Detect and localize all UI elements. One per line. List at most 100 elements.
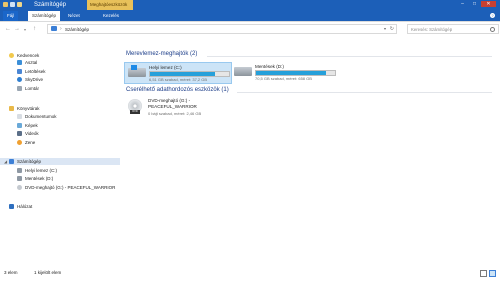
cloud-icon [17, 77, 22, 82]
forward-arrow-icon[interactable]: → [14, 26, 20, 32]
videos-icon [17, 131, 22, 136]
star-icon [9, 53, 14, 58]
nav-item-documents[interactable]: Dokumentumok [0, 113, 120, 120]
help-icon[interactable]: ? [490, 13, 495, 18]
search-icon[interactable] [490, 26, 495, 32]
nav-item-label: Videók [25, 131, 39, 136]
minimize-button[interactable]: – [457, 1, 468, 7]
properties-icon[interactable] [10, 2, 15, 7]
address-bar[interactable]: › Számítógép ▾ ↻ [47, 24, 397, 34]
view-switcher [480, 270, 496, 277]
library-icon [9, 106, 14, 111]
quick-access-toolbar [3, 2, 22, 7]
nav-computer[interactable]: ◢ Számítógép [0, 158, 120, 165]
nav-item-skydrive[interactable]: SkyDrive [0, 76, 120, 83]
tab-computer[interactable]: Számítógép [28, 11, 61, 21]
dvd-space: 0 bájt szabad, méret: 2,46 GB [148, 111, 202, 116]
back-arrow-icon[interactable]: ← [5, 26, 11, 32]
nav-item-label: Mentések (D:) [25, 176, 54, 181]
nav-item-label: SkyDrive [25, 77, 44, 82]
selection-count: 1 kijelölt elem [34, 270, 62, 275]
nav-item-label: Helyi lemez (C:) [25, 168, 58, 173]
drive-icon [17, 176, 22, 181]
recycle-bin-icon [17, 86, 22, 91]
nav-libraries[interactable]: Könyvtárak [0, 105, 120, 112]
tiles-view-icon[interactable] [489, 270, 496, 277]
drive-name: Helyi lemez (C:) [149, 65, 182, 70]
nav-item-recycle-bin[interactable]: Lomtár [0, 85, 120, 92]
drive-usage-fill [256, 71, 327, 75]
breadcrumb-computer[interactable]: Számítógép [65, 27, 89, 32]
dvd-name-line2: PEACEFUL_WARRIOR [148, 104, 197, 109]
nav-libraries-label: Könyvtárak [17, 106, 40, 111]
close-button[interactable]: ✕ [481, 1, 496, 7]
dvd-logo: DVD [130, 110, 140, 114]
nav-item-label: Képek [25, 123, 38, 128]
folder-icon[interactable] [3, 2, 8, 7]
new-folder-icon[interactable] [17, 2, 22, 7]
recent-locations-icon[interactable]: ▾ [24, 27, 26, 32]
computer-icon [9, 159, 14, 164]
tab-view[interactable]: Nézet [64, 11, 84, 21]
nav-item-music[interactable]: Zene [0, 139, 120, 146]
nav-item-backup-d[interactable]: Mentések (D:) [0, 175, 120, 182]
item-count: 3 elem [4, 270, 18, 275]
address-row: ← → ▾ ↑ › Számítógép ▾ ↻ Keresés: Számít… [0, 22, 500, 36]
group-divider [237, 92, 492, 93]
nav-item-label: Dokumentumok [25, 114, 57, 119]
up-arrow-icon[interactable]: ↑ [33, 26, 36, 32]
drive-tile-c[interactable]: Helyi lemez (C:) 6,51 GB szabad, méret: … [124, 62, 232, 84]
nav-item-label: Asztal [25, 60, 38, 65]
hard-drive-icon [128, 65, 146, 77]
nav-item-desktop[interactable]: Asztal [0, 59, 120, 66]
details-view-icon[interactable] [480, 270, 487, 277]
search-input[interactable]: Keresés: Számítógép [407, 24, 499, 34]
drive-icon [17, 168, 22, 173]
drive-usage-fill [150, 72, 215, 76]
network-icon [9, 204, 14, 209]
tab-manage[interactable]: Kezelés [99, 11, 123, 21]
maximize-button[interactable]: □ [469, 1, 480, 7]
drive-name: Mentések (D:) [255, 64, 284, 69]
nav-favorites[interactable]: Kedvencek [0, 52, 120, 59]
hard-drive-icon [234, 67, 252, 76]
nav-computer-label: Számítógép [17, 159, 42, 164]
nav-item-label: Lomtár [25, 86, 40, 91]
computer-icon [51, 26, 57, 31]
context-tab-header-label: Meghajtóeszközök [90, 2, 128, 7]
nav-item-videos[interactable]: Videók [0, 130, 120, 137]
refresh-icon[interactable]: ↻ [390, 26, 394, 32]
nav-item-label: Letöltések [25, 69, 46, 74]
search-placeholder: Keresés: Számítógép [411, 26, 453, 32]
group-divider [207, 56, 492, 57]
nav-item-label: Zene [25, 140, 36, 145]
group-hard-drives[interactable]: Merevlemez-meghajtók (2) [126, 51, 197, 57]
drive-space: 6,51 GB szabad, méret: 37,2 GB [149, 77, 208, 82]
dvd-icon: DVD [128, 99, 142, 114]
tab-file[interactable]: Fájl [3, 11, 19, 21]
ribbon-tabs: Fájl Számítógép Nézet Kezelés ? [0, 10, 500, 21]
group-removable[interactable]: Cserélhető adathordozós eszközök (1) [126, 87, 229, 93]
status-bar: 3 elem 1 kijelölt elem [0, 267, 500, 281]
drive-space: 70,5 GB szabad, méret: 658 GB [255, 76, 312, 81]
nav-item-pictures[interactable]: Képek [0, 122, 120, 129]
nav-network[interactable]: Hálózat [0, 203, 120, 210]
nav-item-dvd-g[interactable]: DVD-meghajtó (G:) - PEACEFUL_WARRIOR [0, 184, 120, 191]
address-dropdown-icon[interactable]: ▾ [384, 26, 386, 31]
downloads-icon [17, 69, 22, 74]
window-controls: – □ ✕ [457, 1, 496, 7]
music-icon [17, 140, 22, 145]
nav-item-label: DVD-meghajtó (G:) - PEACEFUL_WARRIOR [25, 185, 116, 190]
drive-tile-d[interactable]: Mentések (D:) 70,5 GB szabad, méret: 658… [231, 62, 339, 82]
windows-logo-icon [131, 65, 137, 70]
breadcrumb-separator-icon[interactable]: › [60, 26, 62, 32]
documents-icon [17, 114, 22, 119]
explorer-window: Meghajtóeszközök Számítógép – □ ✕ Fájl S… [0, 0, 500, 281]
chevron-down-icon[interactable]: ◢ [4, 159, 7, 164]
dvd-tile-g[interactable]: DVD DVD-meghajtó (G:) - PEACEFUL_WARRIOR… [124, 97, 230, 119]
nav-item-local-disk-c[interactable]: Helyi lemez (C:) [0, 167, 120, 174]
window-title: Számítógép [34, 2, 67, 8]
navigation-pane: Kedvencek Asztal Letöltések SkyDrive Lom… [0, 46, 120, 264]
dvd-name-line1: DVD-meghajtó (G:) - [148, 98, 191, 103]
nav-item-downloads[interactable]: Letöltések [0, 68, 120, 75]
